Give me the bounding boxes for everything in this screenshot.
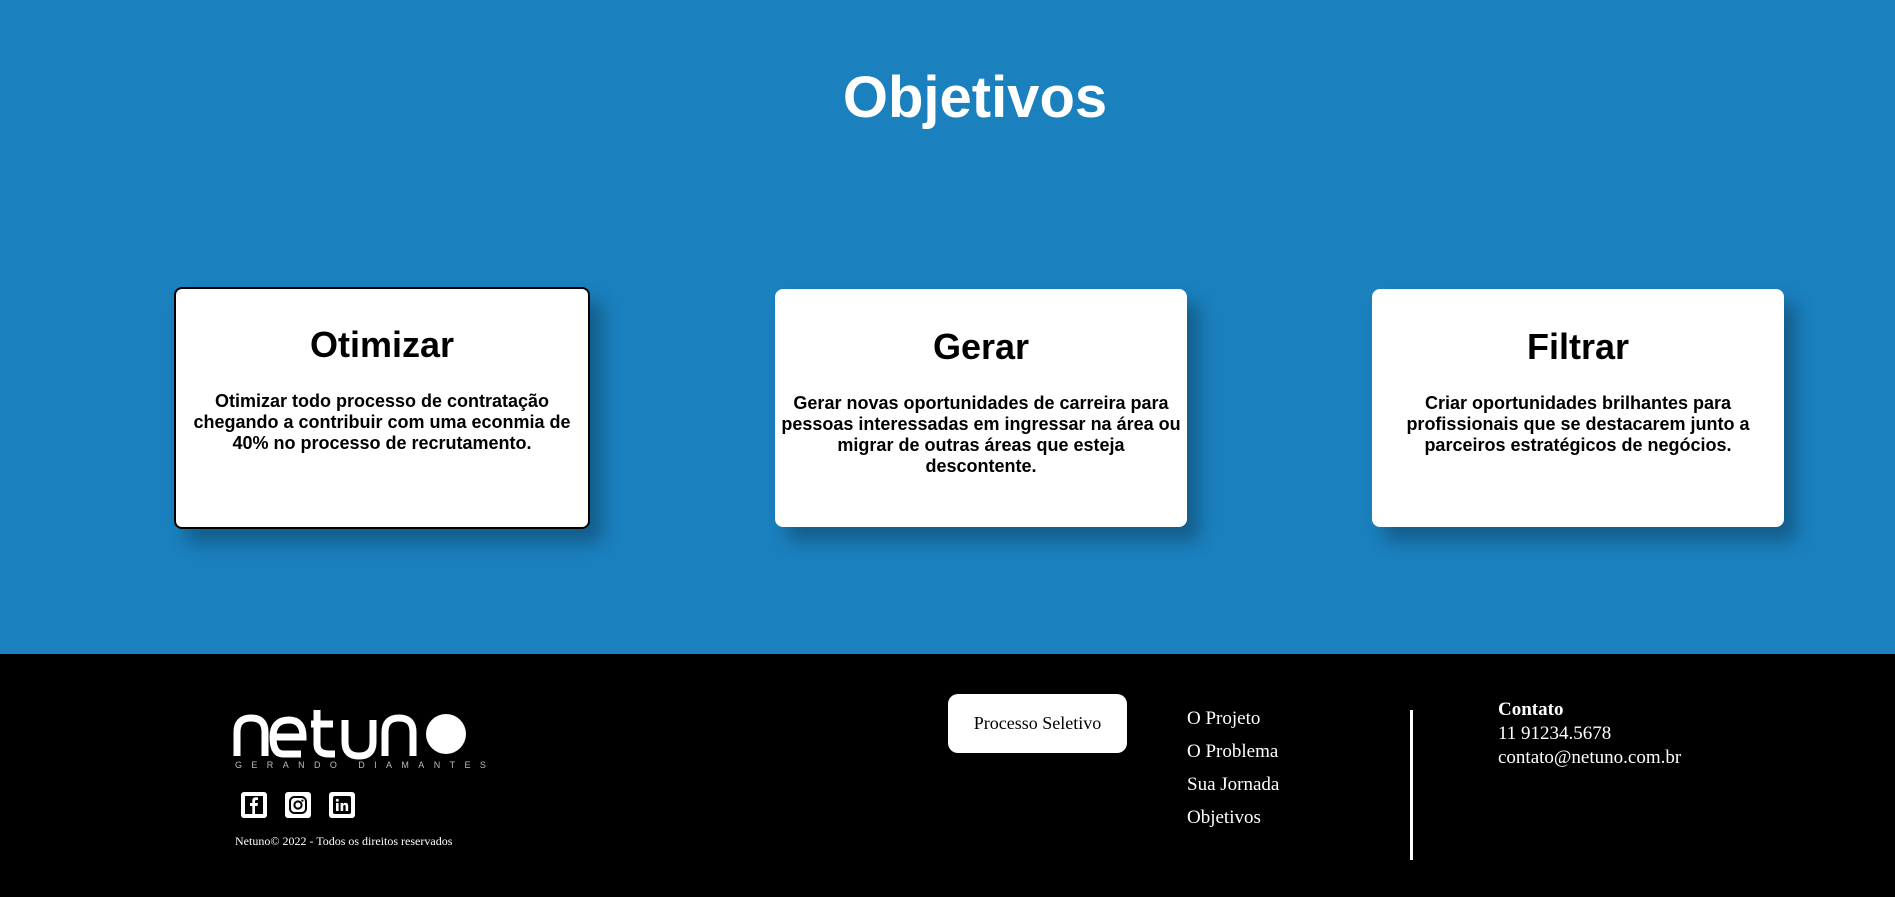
card-title: Otimizar [309,324,455,365]
contact-title: Contato [1498,699,1564,720]
contact-phone[interactable]: 11 91234.5678 [1498,722,1681,746]
footer-link-objetivos[interactable]: Objetivos [1187,801,1279,834]
card-title: Gerar [932,326,1030,367]
social-links [241,792,355,818]
footer-link-projeto[interactable]: O Projeto [1187,702,1279,735]
card-title: Filtrar [1526,326,1630,367]
objectives-section: Objetivos Otimizar Otimizar todo process… [0,0,1895,654]
logo-tagline: GERANDO DIAMANTES [235,760,496,770]
facebook-icon[interactable] [241,792,267,818]
contact-email[interactable]: contato@netuno.com.br [1498,746,1681,770]
card-text: Criar oportunidades brilhantes para prof… [1406,393,1750,455]
copyright-text: Netuno© 2022 - Todos os direitos reserva… [235,834,453,848]
footer-link-problema[interactable]: O Problema [1187,735,1279,768]
footer-link-jornada[interactable]: Sua Jornada [1187,768,1279,801]
footer-nav: O Projeto O Problema Sua Jornada Objetiv… [1187,702,1279,834]
card-otimizar[interactable]: Otimizar Otimizar todo processo de contr… [174,287,590,529]
contact-block: Contato 11 91234.5678 contato@netuno.com… [1498,698,1681,770]
linkedin-icon[interactable] [329,792,355,818]
card-text: Otimizar todo processo de contratação ch… [193,391,571,453]
card-gerar[interactable]: Gerar Gerar novas oportunidades de carre… [775,289,1187,527]
instagram-icon[interactable] [285,792,311,818]
processo-seletivo-button[interactable]: Processo Seletivo [948,694,1127,753]
card-filtrar[interactable]: Filtrar Criar oportunidades brilhantes p… [1372,289,1784,527]
site-footer: GERANDO DIAMANTES Netuno© 2022 - Todos o… [0,654,1895,897]
card-text: Gerar novas oportunidades de carreira pa… [781,393,1181,476]
footer-divider [1410,710,1413,860]
section-title: Objetivos [842,65,1108,130]
